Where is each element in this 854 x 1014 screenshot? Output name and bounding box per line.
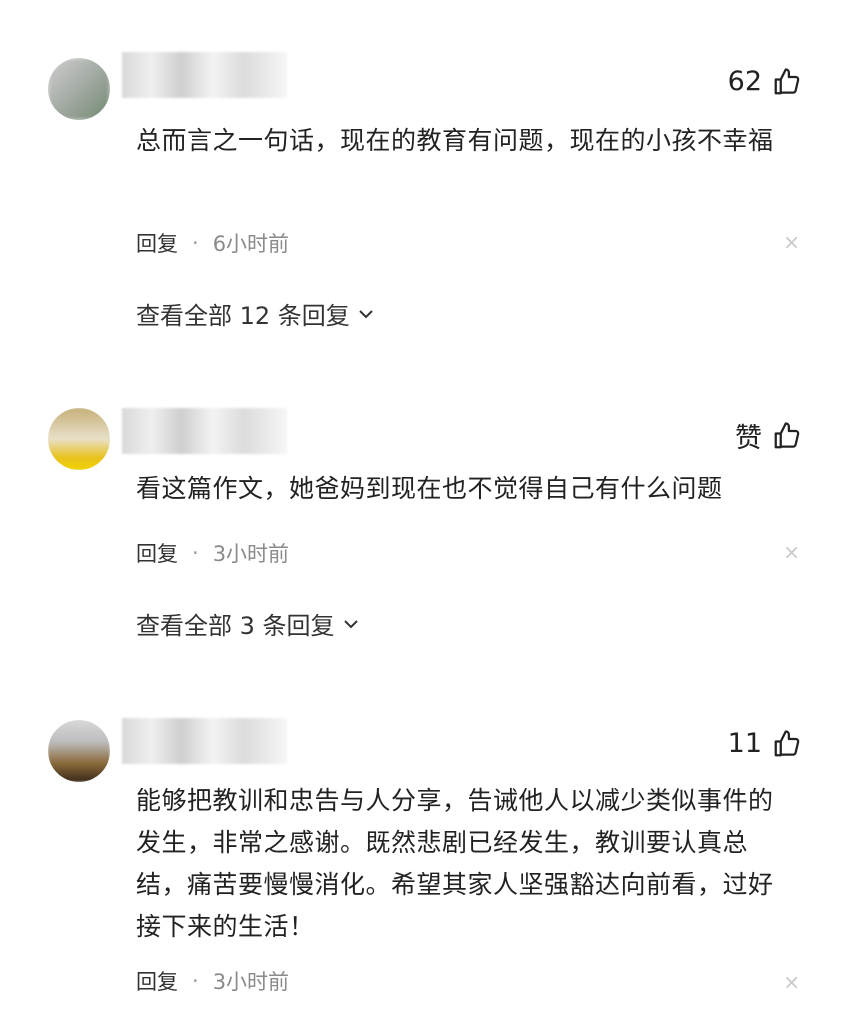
reply-button[interactable]: 回复 [136,228,178,258]
avatar[interactable] [48,58,110,120]
view-all-replies-button[interactable]: 查看全部 3 条回复 [136,606,361,641]
view-replies-label: 查看全部 3 条回复 [136,612,335,640]
reply-button[interactable]: 回复 [136,966,178,996]
thumbs-up-icon [774,729,800,756]
avatar[interactable] [48,720,110,782]
view-all-replies-button[interactable]: 查看全部 12 条回复 [136,296,376,331]
close-icon[interactable]: × [783,230,800,254]
comment-text: 总而言之一句话，现在的教育有问题，现在的小孩不幸福 [136,126,774,155]
username-blurred[interactable] [122,52,287,98]
comment-text: 看这篇作文，她爸妈到现在也不觉得自己有什么问题 [136,474,723,503]
comment-meta: 回复 · 6小时前 [136,228,289,258]
chevron-down-icon [343,619,358,628]
like-button[interactable]: 62 [728,66,802,97]
comment-meta: 回复 · 3小时前 [136,966,289,996]
like-label: 赞 [735,423,762,454]
timestamp: 6小时前 [212,232,290,256]
timestamp: 3小时前 [212,970,290,994]
separator-dot: · [192,541,199,565]
chevron-down-icon [359,309,373,318]
like-count: 62 [727,66,762,97]
username-blurred[interactable] [122,718,287,764]
avatar[interactable] [48,408,110,470]
close-icon[interactable]: × [783,540,800,564]
view-replies-label: 查看全部 12 条回复 [136,302,350,330]
like-button[interactable]: 11 [728,728,802,759]
like-count: 11 [727,728,762,759]
thumbs-up-icon [774,67,800,94]
reply-button[interactable]: 回复 [136,538,178,568]
comment-meta: 回复 · 3小时前 [136,538,289,568]
close-icon[interactable]: × [783,970,800,994]
username-blurred[interactable] [122,408,287,454]
comment-text: 能够把教训和忠告与人分享，告诫他人以减少类似事件的发生，非常之感谢。既然悲剧已经… [136,786,774,941]
separator-dot: · [192,231,199,255]
separator-dot: · [192,969,199,993]
like-button[interactable]: 赞 [735,416,802,455]
timestamp: 3小时前 [212,542,290,566]
thumbs-up-icon [774,421,800,448]
